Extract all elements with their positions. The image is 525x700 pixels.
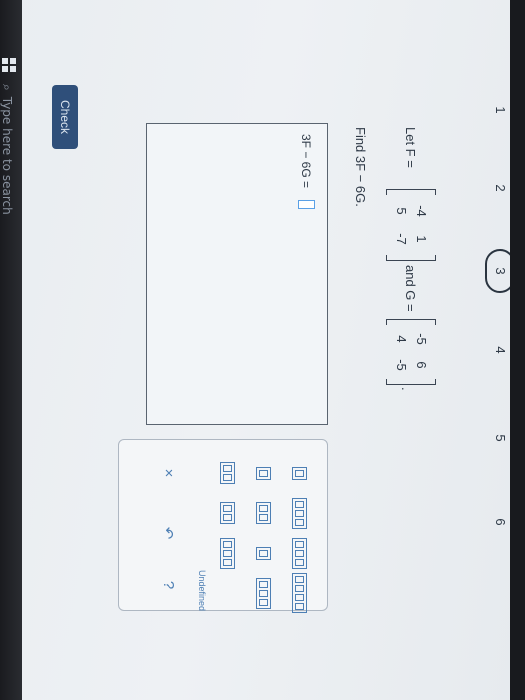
matrix-f: -4 1 5 -7 [386,189,436,261]
matrix-g: -5 6 4 -5 [386,319,436,385]
answer-input[interactable] [298,200,315,209]
matrix-3x3b-template-icon[interactable] [215,537,241,569]
find-instruction: Find 3F − 6G. [353,127,368,207]
fraction-template-icon[interactable] [287,458,313,488]
matrix-2x2b-template-icon[interactable] [215,498,241,528]
matrix-1x2-template-icon[interactable] [215,458,241,488]
check-button[interactable]: Check [52,85,78,149]
f-cell-12: 1 [414,235,429,243]
taskbar-search[interactable]: ⌕ Type here to search [0,84,14,234]
f-cell-21: 5 [394,207,409,215]
answer-area[interactable]: 3F − 6G = [146,123,328,425]
g-cell-11: -5 [414,333,429,345]
matrix-4x4-template-icon[interactable] [251,577,277,609]
search-placeholder: Type here to search [0,96,14,215]
undo-icon[interactable]: ↶ [159,518,177,548]
f-cell-22: -7 [394,233,409,245]
matrix-1x3-template-icon[interactable] [287,497,313,529]
problem-view: 1 2 3 4 5 6 Let F = -4 1 5 -7 and G = -5… [38,85,518,615]
matrix-3x3-template-icon[interactable] [287,537,313,569]
matrix-2x2-template-icon[interactable] [251,498,277,528]
undefined-button[interactable]: Undefined [197,570,207,611]
g-cell-22: -5 [394,359,409,371]
help-icon[interactable]: ? [160,570,177,600]
matrix-1x1-template-icon[interactable] [251,458,277,488]
and-g-text: and G = [403,265,418,312]
g-cell-21: 4 [394,335,409,343]
clear-icon[interactable]: × [160,458,177,488]
period: . [399,387,414,391]
f-cell-11: -4 [414,205,429,217]
let-f-text: Let F = [403,127,418,168]
answer-label: 3F − 6G = [299,134,313,189]
search-icon: ⌕ [0,84,14,91]
matrix-3x1-template-icon[interactable] [251,538,277,568]
g-cell-12: 6 [414,361,429,369]
taskbar: ⌕ Type here to search [0,0,22,700]
math-palette: Undefined × ↶ ? [118,439,328,613]
screen-bezel [510,0,525,700]
windows-start-icon[interactable] [2,58,16,72]
matrix-5x5-template-icon[interactable] [287,573,313,613]
